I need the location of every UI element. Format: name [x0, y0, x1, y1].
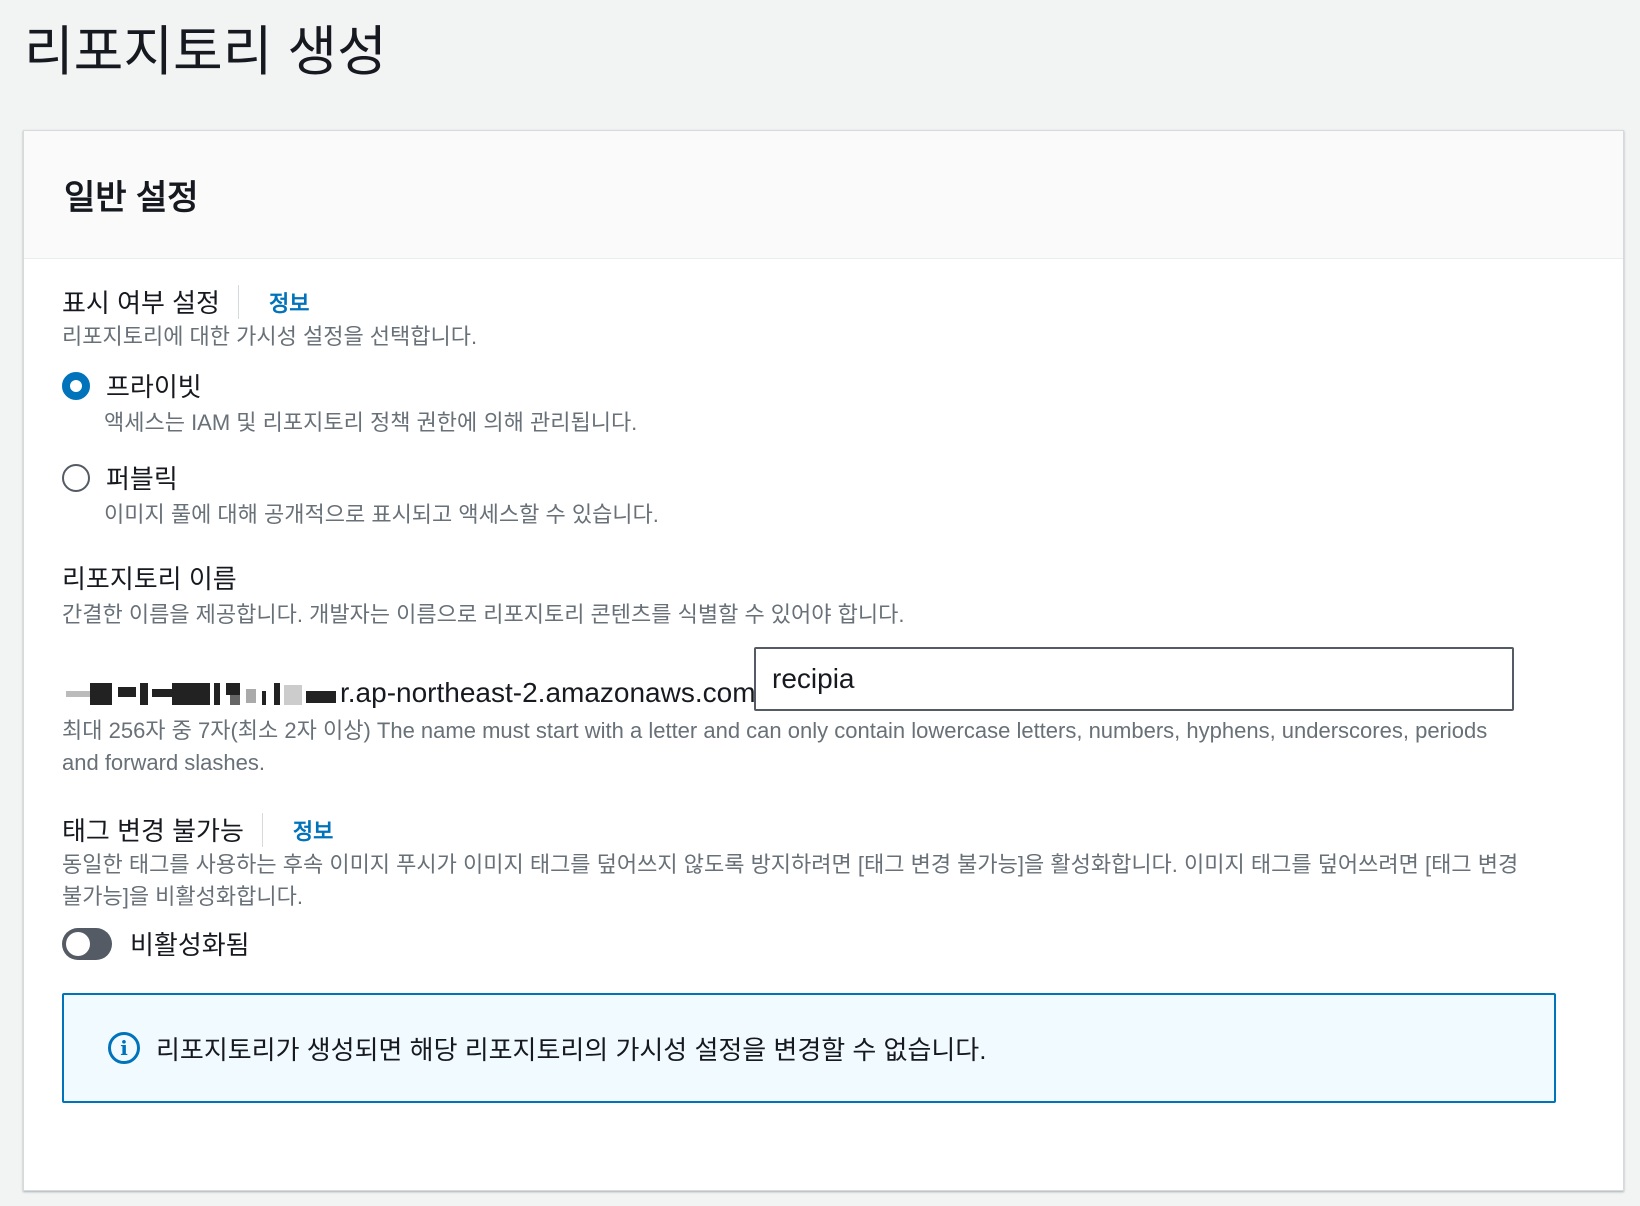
tag-immutability-toggle-label: 비활성화됨 [130, 930, 250, 960]
info-icon: i [108, 1032, 140, 1064]
visibility-label-row: 표시 여부 설정 정보 [62, 283, 309, 320]
panel-header: 일반 설정 [24, 131, 1623, 259]
private-description: 액세스는 IAM 및 리포지토리 정책 권한에 의해 관리됩니다. [104, 410, 638, 435]
label-divider [261, 812, 263, 847]
label-divider [237, 284, 239, 319]
visibility-warning-alert: i 리포지토리가 생성되면 해당 리포지토리의 가시성 설정을 변경할 수 없습… [62, 993, 1556, 1103]
tag-immutability-info-link[interactable]: 정보 [293, 814, 333, 846]
public-radio[interactable] [62, 463, 90, 492]
tag-immutability-toggle[interactable] [62, 927, 112, 960]
alert-text: 리포지토리가 생성되면 해당 리포지토리의 가시성 설정을 변경할 수 없습니다… [156, 1034, 987, 1065]
repo-name-label-row: 리포지토리 이름 [62, 559, 237, 596]
tag-immutability-label: 태그 변경 불가능 [62, 816, 244, 846]
repo-name-description: 간결한 이름을 제공합니다. 개발자는 이름으로 리포지토리 콘텐츠를 식별할 … [62, 602, 905, 627]
public-description: 이미지 풀에 대해 공개적으로 표시되고 액세스할 수 있습니다. [104, 502, 659, 527]
visibility-info-link[interactable]: 정보 [269, 286, 309, 318]
toggle-knob [66, 931, 90, 956]
radio-option-private[interactable]: 프라이빗 [62, 367, 202, 404]
radio-option-public[interactable]: 퍼블릭 [62, 459, 178, 496]
visibility-description: 리포지토리에 대한 가시성 설정을 선택합니다. [62, 324, 478, 349]
redacted-account-id [62, 679, 336, 707]
tag-immutability-description: 동일한 태그를 사용하는 후속 이미지 푸시가 이미지 태그를 덮어쓰지 않도록… [62, 852, 1519, 909]
uri-suffix: r.ap-northeast-2.amazonaws.com/ [340, 677, 764, 708]
repo-name-constraint: 최대 256자 중 7자(최소 2자 이상) The name must sta… [62, 718, 1488, 775]
repository-name-input[interactable] [754, 647, 1514, 711]
private-radio[interactable] [62, 371, 90, 400]
panel-title: 일반 설정 [64, 179, 199, 217]
repo-name-label: 리포지토리 이름 [62, 564, 237, 594]
repository-uri-prefix: r.ap-northeast-2.amazonaws.com/ [62, 677, 763, 709]
tag-immutability-label-row: 태그 변경 불가능 정보 [62, 811, 333, 848]
visibility-label: 표시 여부 설정 [62, 288, 220, 318]
private-radio-label[interactable]: 프라이빗 [106, 367, 202, 404]
tag-immutability-toggle-row[interactable]: 비활성화됨 [62, 925, 250, 962]
general-settings-panel: 일반 설정 표시 여부 설정 정보 리포지토리에 대한 가시성 설정을 선택합니… [23, 130, 1624, 1191]
public-radio-label[interactable]: 퍼블릭 [106, 459, 178, 496]
page-title: 리포지토리 생성 [24, 22, 387, 82]
